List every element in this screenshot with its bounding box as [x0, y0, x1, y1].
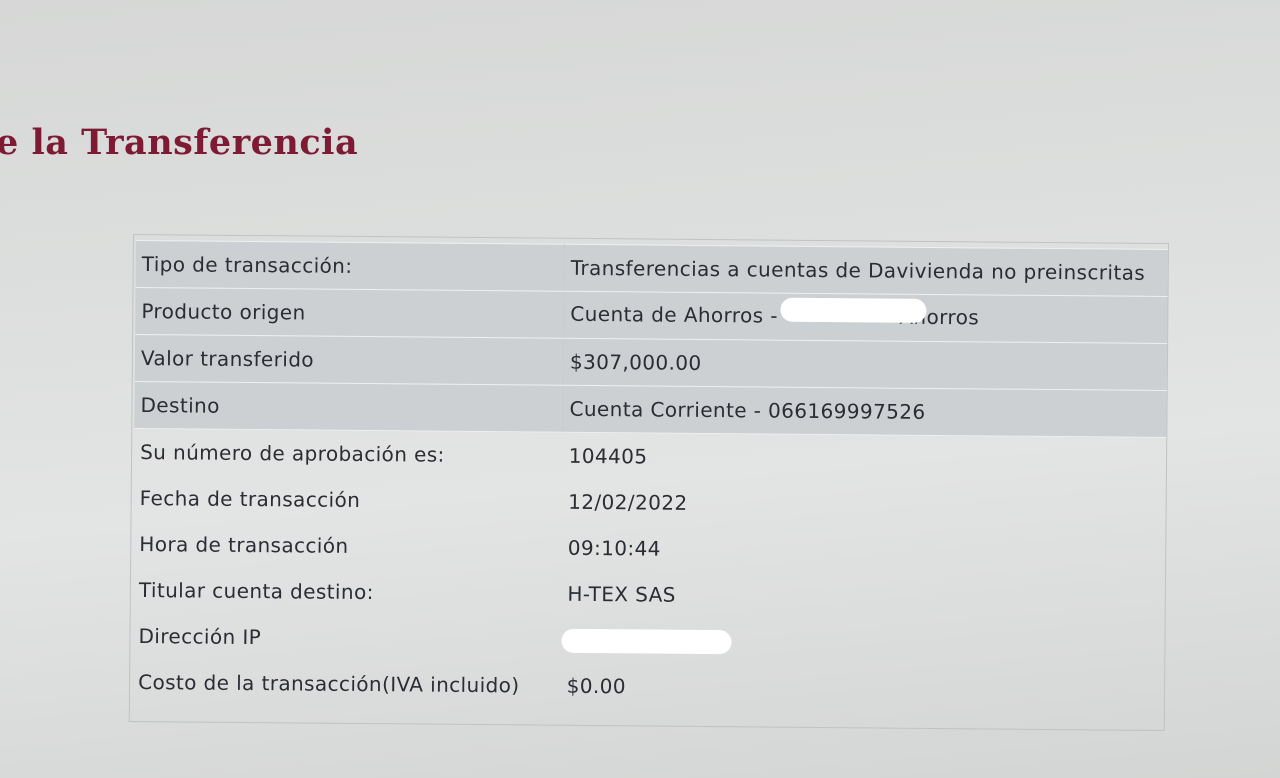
transaction-time-label: Hora de transacción — [139, 532, 349, 558]
source-product-label: Producto origen — [135, 287, 565, 339]
approval-number-label: Su número de aprobación es: — [140, 440, 445, 467]
account-holder-label: Titular cuenta destino: — [138, 578, 374, 605]
page-title: e la Transferencia — [0, 122, 359, 163]
ip-address-value — [560, 617, 1165, 668]
redacted-ip-address — [560, 628, 732, 654]
row-transaction-cost: Costo de la transacción(IVA incluido) $0… — [132, 659, 1164, 714]
transaction-time-value: 09:10:44 — [567, 535, 661, 561]
approval-number-value: 104405 — [568, 443, 648, 469]
transaction-cost-value: $0.00 — [566, 673, 626, 699]
amount-label: Valor transferido — [134, 334, 564, 386]
transaction-type-value: Transferencias a cuentas de Davivienda n… — [564, 244, 1168, 297]
account-holder-value: H-TEX SAS — [567, 581, 676, 607]
transaction-date-value: 12/02/2022 — [568, 489, 688, 515]
amount-value: $307,000.00 — [563, 338, 1168, 391]
transaction-cost-label: Costo de la transacción(IVA incluido) — [138, 670, 520, 698]
destination-value: Cuenta Corriente - 066169997526 — [562, 385, 1167, 438]
redacted-account-number — [780, 297, 927, 323]
source-product-type: Cuenta de Ahorros - — [570, 302, 778, 328]
ip-address-label: Dirección IP — [138, 624, 262, 650]
source-product-value: Cuenta de Ahorros - Ahorros — [563, 291, 1168, 344]
destination-label: Destino — [134, 381, 564, 433]
transfer-details-table: Tipo de transacción: Transferencias a cu… — [132, 240, 1168, 714]
transaction-date-label: Fecha de transacción — [139, 486, 361, 512]
transaction-type-label: Tipo de transacción: — [135, 240, 565, 292]
